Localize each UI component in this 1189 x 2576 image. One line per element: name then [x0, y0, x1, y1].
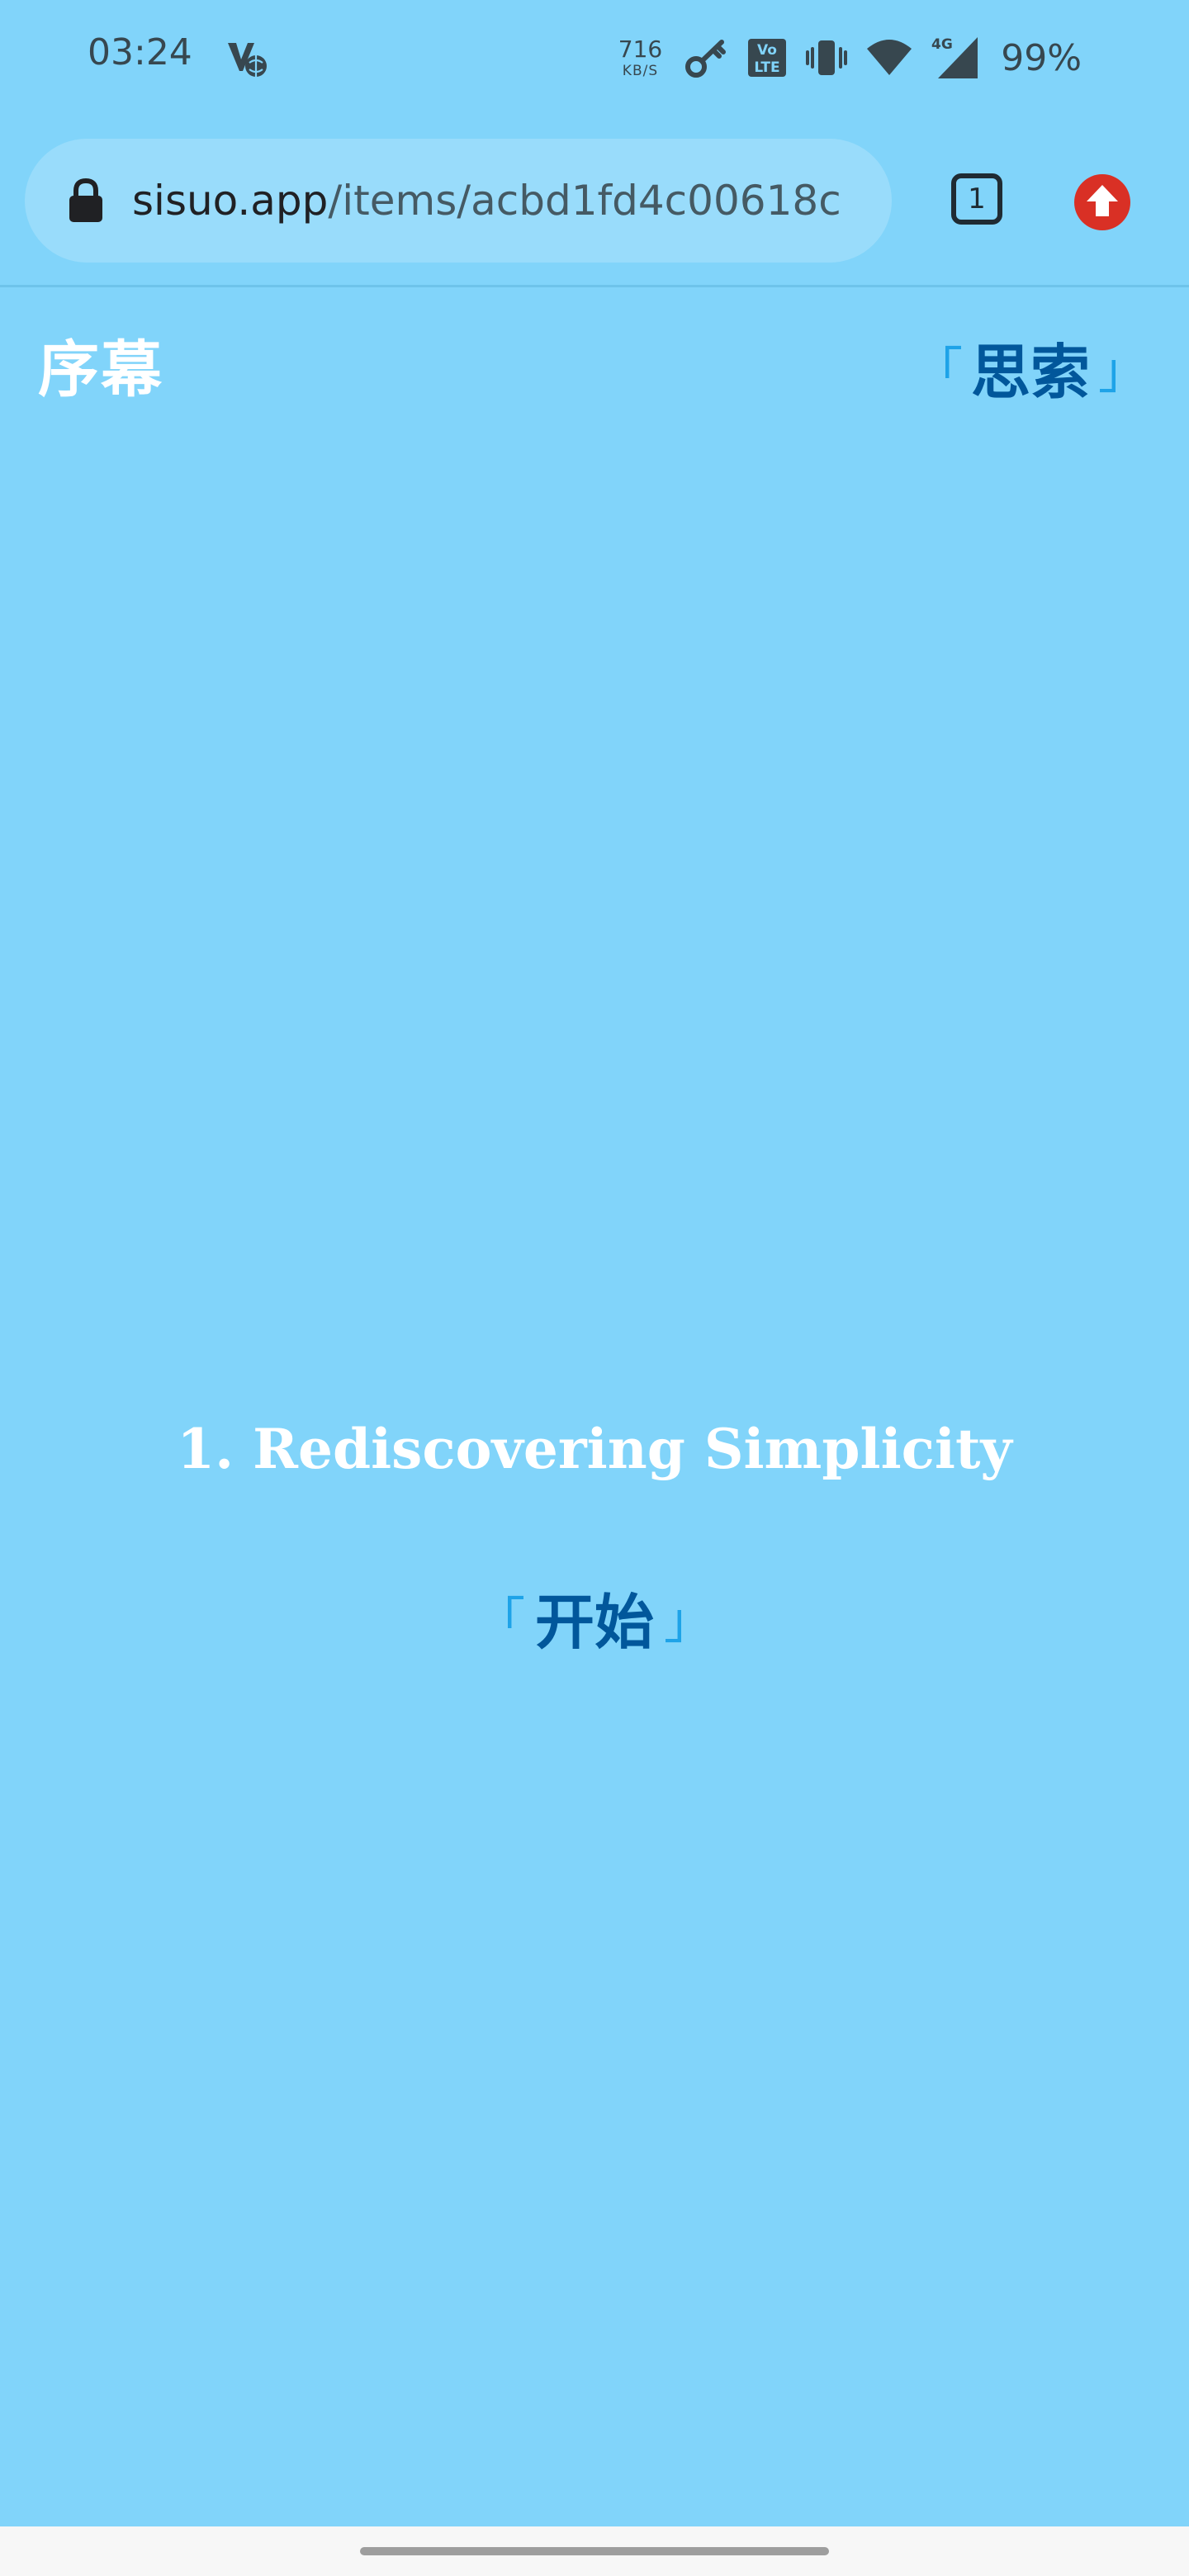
status-bar: 03:24 716 KB/S Vo LTE 4G 99% [0, 0, 1189, 116]
address-bar[interactable]: sisuo.app/items/acbd1fd4c00618c [25, 139, 892, 263]
navigation-area [0, 2526, 1189, 2576]
start-link-label: 开始 [534, 1588, 654, 1657]
tab-count: 1 [968, 182, 986, 215]
open-bracket: 「 [475, 1593, 525, 1650]
volte-label-top: Vo [757, 42, 777, 59]
network-type: 4G [931, 36, 953, 53]
chapter-title: 1. Rediscovering Simplicity [177, 1417, 1012, 1481]
lock-icon[interactable] [68, 178, 104, 224]
close-bracket: 」 [664, 1593, 713, 1650]
think-link-label: 思索 [970, 338, 1090, 407]
volte-icon: Vo LTE [748, 39, 787, 77]
url-domain: sisuo.app [132, 177, 329, 225]
url-text[interactable]: sisuo.app/items/acbd1fd4c00618c [132, 177, 841, 225]
network-speed-unit: KB/S [622, 62, 659, 79]
url-path: /items/acbd1fd4c00618c [328, 177, 841, 225]
update-arrow-icon[interactable] [1073, 173, 1131, 231]
browser-toolbar: sisuo.app/items/acbd1fd4c00618c 1 [0, 116, 1189, 287]
page-title: 序幕 [38, 334, 163, 405]
close-bracket: 」 [1098, 343, 1148, 400]
open-bracket: 「 [912, 343, 963, 400]
network-speed-value: 716 [618, 35, 663, 63]
wifi-icon [867, 40, 912, 75]
battery-level: 99% [1001, 36, 1082, 79]
signal-icon: 4G [931, 36, 978, 78]
network-speed: 716 KB/S [618, 35, 663, 79]
think-link[interactable]: 「 思索 」 [905, 324, 1156, 410]
key-icon [685, 40, 727, 78]
vibrate-icon [806, 40, 848, 75]
volte-label-bottom: LTE [755, 59, 780, 76]
start-link[interactable]: 「 开始 」 [0, 1574, 1189, 1660]
status-time: 03:24 [88, 31, 192, 73]
gesture-handle[interactable] [360, 2547, 829, 2555]
status-icons: 716 KB/S Vo LTE 4G 99% [618, 31, 1082, 84]
tab-switcher-icon[interactable]: 1 [951, 173, 1002, 225]
vpn-globe-icon [228, 43, 267, 77]
